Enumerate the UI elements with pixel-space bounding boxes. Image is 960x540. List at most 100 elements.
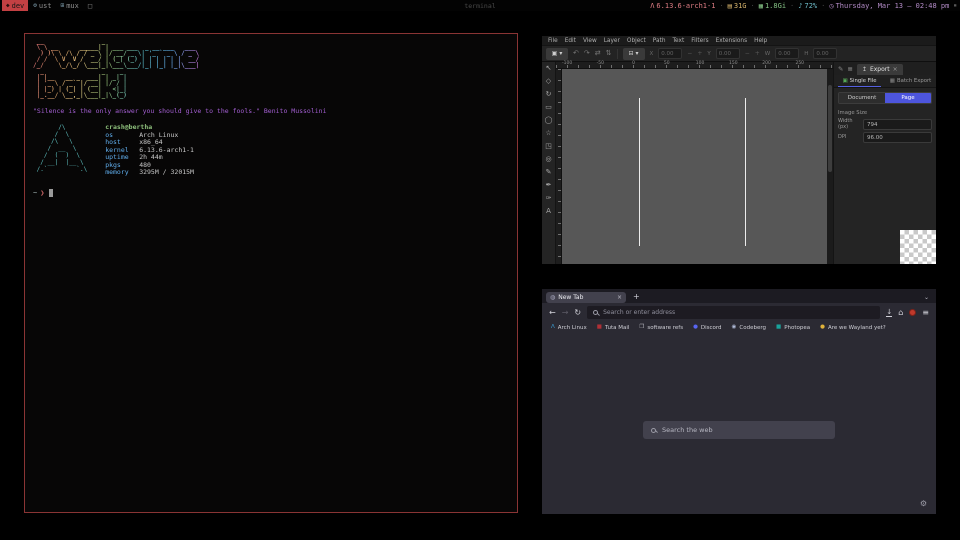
list-all-tabs-icon[interactable]: ⌄: [924, 294, 932, 301]
shape-builder-tool-icon[interactable]: ↻: [546, 91, 552, 98]
layers-icon[interactable]: ≣: [847, 65, 852, 75]
x-input[interactable]: 0.00: [658, 48, 682, 59]
extension-icon[interactable]: [909, 309, 916, 316]
disk-segment: ▤ 31G: [728, 2, 747, 10]
bookmark-are-we-wayland-yet[interactable]: ● Are we Wayland yet?: [820, 325, 886, 331]
bookmark-label: Are we Wayland yet?: [828, 325, 886, 331]
tab-close-icon[interactable]: ×: [617, 294, 622, 301]
reload-icon[interactable]: ↻: [574, 309, 581, 317]
forward-icon[interactable]: →: [562, 309, 569, 317]
web-search-box[interactable]: Search the web: [643, 421, 835, 439]
bookmark-label: software refs: [647, 325, 683, 331]
w-input[interactable]: 0.00: [775, 48, 799, 59]
y-plus-button[interactable]: +: [755, 50, 760, 57]
back-icon[interactable]: ←: [549, 309, 556, 317]
close-icon[interactable]: ×: [893, 66, 898, 73]
shell-prompt[interactable]: ~ ❯: [33, 189, 509, 197]
fetch-value: 3295M / 32015M: [139, 169, 194, 177]
tray-icon[interactable]: ▪: [953, 2, 957, 9]
dpi-input[interactable]: 96.00: [863, 132, 932, 143]
active-tab[interactable]: ◍ New Tab ×: [546, 292, 626, 303]
flip-horizontal-icon[interactable]: ⇄: [595, 50, 601, 57]
export-dialog: ✎ ≣ ↥ Export × ▣ Single File ▦ Batch Exp…: [833, 62, 936, 264]
rectangle-tool-icon[interactable]: ▭: [545, 104, 552, 111]
personalize-gear-icon[interactable]: ⚙: [920, 499, 927, 508]
box3d-tool-icon[interactable]: ◳: [545, 143, 552, 150]
url-bar[interactable]: Search or enter address: [587, 306, 880, 319]
rotate-cw-icon[interactable]: ↷: [584, 50, 590, 57]
export-dialog-tab[interactable]: ↥ Export ×: [857, 64, 903, 75]
align-icon: ⊟: [628, 50, 633, 57]
menu-object[interactable]: Object: [627, 38, 646, 44]
tuta-favicon: ■: [597, 325, 602, 331]
tag-label: dev: [12, 2, 25, 10]
tab-single-file[interactable]: ▣ Single File: [834, 75, 885, 87]
bookmark-discord[interactable]: ● Discord: [693, 325, 722, 331]
flip-vertical-icon[interactable]: ⇅: [606, 50, 612, 57]
rotate-ccw-icon[interactable]: ↶: [573, 50, 579, 57]
new-tab-button[interactable]: +: [633, 293, 640, 301]
bookmark-label: Discord: [701, 325, 722, 331]
spiral-tool-icon[interactable]: ◎: [545, 156, 551, 163]
tab-title: New Tab: [558, 294, 614, 301]
export-tab-title: Export: [870, 66, 890, 73]
pen-tool-icon[interactable]: ✒: [546, 182, 552, 189]
menu-icon[interactable]: ≡: [922, 309, 929, 317]
x-plus-button[interactable]: +: [697, 50, 702, 57]
menu-layer[interactable]: Layer: [604, 38, 620, 44]
tag-dev[interactable]: ◆ dev: [2, 0, 28, 11]
inkscape-window: File Edit View Layer Object Path Text Fi…: [542, 36, 936, 264]
y-minus-button[interactable]: −: [745, 50, 750, 57]
memory-text: 1.8Gi: [765, 2, 786, 10]
text-tool-icon[interactable]: A: [546, 208, 551, 215]
bookmark-codeberg[interactable]: ◉ Codeberg: [732, 325, 766, 331]
menu-filters[interactable]: Filters: [691, 38, 708, 44]
menu-text[interactable]: Text: [673, 38, 685, 44]
x-label: X: [650, 51, 654, 57]
scrollbar-thumb[interactable]: [828, 85, 832, 173]
terminal-window[interactable]: __ _ \ \ __ _____| | ___ ___ _ __ ___ __…: [24, 33, 518, 513]
star-tool-icon[interactable]: ☆: [545, 130, 551, 137]
new-tab-page: Search the web ⚙: [542, 334, 936, 514]
bookmark-folder-software-refs[interactable]: ❐ software refs: [639, 325, 683, 331]
selection-mode-dropdown[interactable]: ▣▾: [546, 48, 568, 60]
xml-editor-icon[interactable]: ✎: [838, 65, 843, 75]
menu-edit[interactable]: Edit: [565, 38, 576, 44]
menu-extensions[interactable]: Extensions: [716, 38, 747, 44]
arch-logo-ascii: /\ / \ /\ \ / __ \ / ( ) \ / __| |__ \ /…: [33, 124, 87, 177]
menu-view[interactable]: View: [583, 38, 597, 44]
tag-mux[interactable]: ⊞ mux: [57, 0, 83, 11]
align-dropdown[interactable]: ⊟▾: [623, 48, 645, 60]
menu-help[interactable]: Help: [754, 38, 767, 44]
h-input[interactable]: 0.00: [813, 48, 837, 59]
node-tool-icon[interactable]: ◇: [546, 78, 551, 85]
horizontal-ruler[interactable]: -100 -50 0 50 100 150 200 250: [556, 62, 833, 69]
width-field-row: Width (px) 794: [838, 119, 932, 130]
inkscape-canvas[interactable]: [562, 69, 827, 264]
pencil-tool-icon[interactable]: ✎: [546, 169, 552, 176]
quote-line: "Silence is the only answer you should g…: [33, 107, 509, 115]
status-bar: terminal ◆ dev ⚙ ust ⊞ mux □ Λ 6.13.6-ar…: [0, 0, 960, 11]
home-icon[interactable]: ⌂: [898, 309, 903, 317]
downloads-icon[interactable]: ↓: [886, 309, 892, 317]
dpi-field-row: DPI 96.00: [838, 132, 932, 143]
ellipse-tool-icon[interactable]: ◯: [545, 117, 553, 124]
export-area-toggle: Document Page: [838, 92, 932, 104]
width-input[interactable]: 794: [863, 119, 932, 130]
tab-batch-export[interactable]: ▦ Batch Export: [885, 75, 936, 87]
menu-file[interactable]: File: [548, 38, 558, 44]
y-input[interactable]: 0.00: [716, 48, 740, 59]
bookmark-arch-linux[interactable]: Λ Arch Linux: [551, 325, 587, 331]
x-minus-button[interactable]: −: [687, 50, 692, 57]
page-button[interactable]: Page: [885, 93, 931, 103]
menu-path[interactable]: Path: [653, 38, 666, 44]
bookmark-photopea[interactable]: ■ Photopea: [776, 325, 810, 331]
codeberg-favicon: ◉: [732, 325, 737, 331]
tool-controls-bar: ▣▾ ↶ ↷ ⇄ ⇅ ⊟▾ X 0.00 − + Y 0.00 − + W 0.…: [542, 45, 936, 62]
calligraphy-tool-icon[interactable]: ✑: [546, 195, 552, 202]
bookmark-tuta-mail[interactable]: ■ Tuta Mail: [597, 325, 630, 331]
document-button[interactable]: Document: [839, 93, 885, 103]
layout-symbol[interactable]: □: [84, 2, 96, 10]
selector-tool-icon[interactable]: ↖: [546, 65, 552, 72]
tag-ust[interactable]: ⚙ ust: [29, 0, 55, 11]
